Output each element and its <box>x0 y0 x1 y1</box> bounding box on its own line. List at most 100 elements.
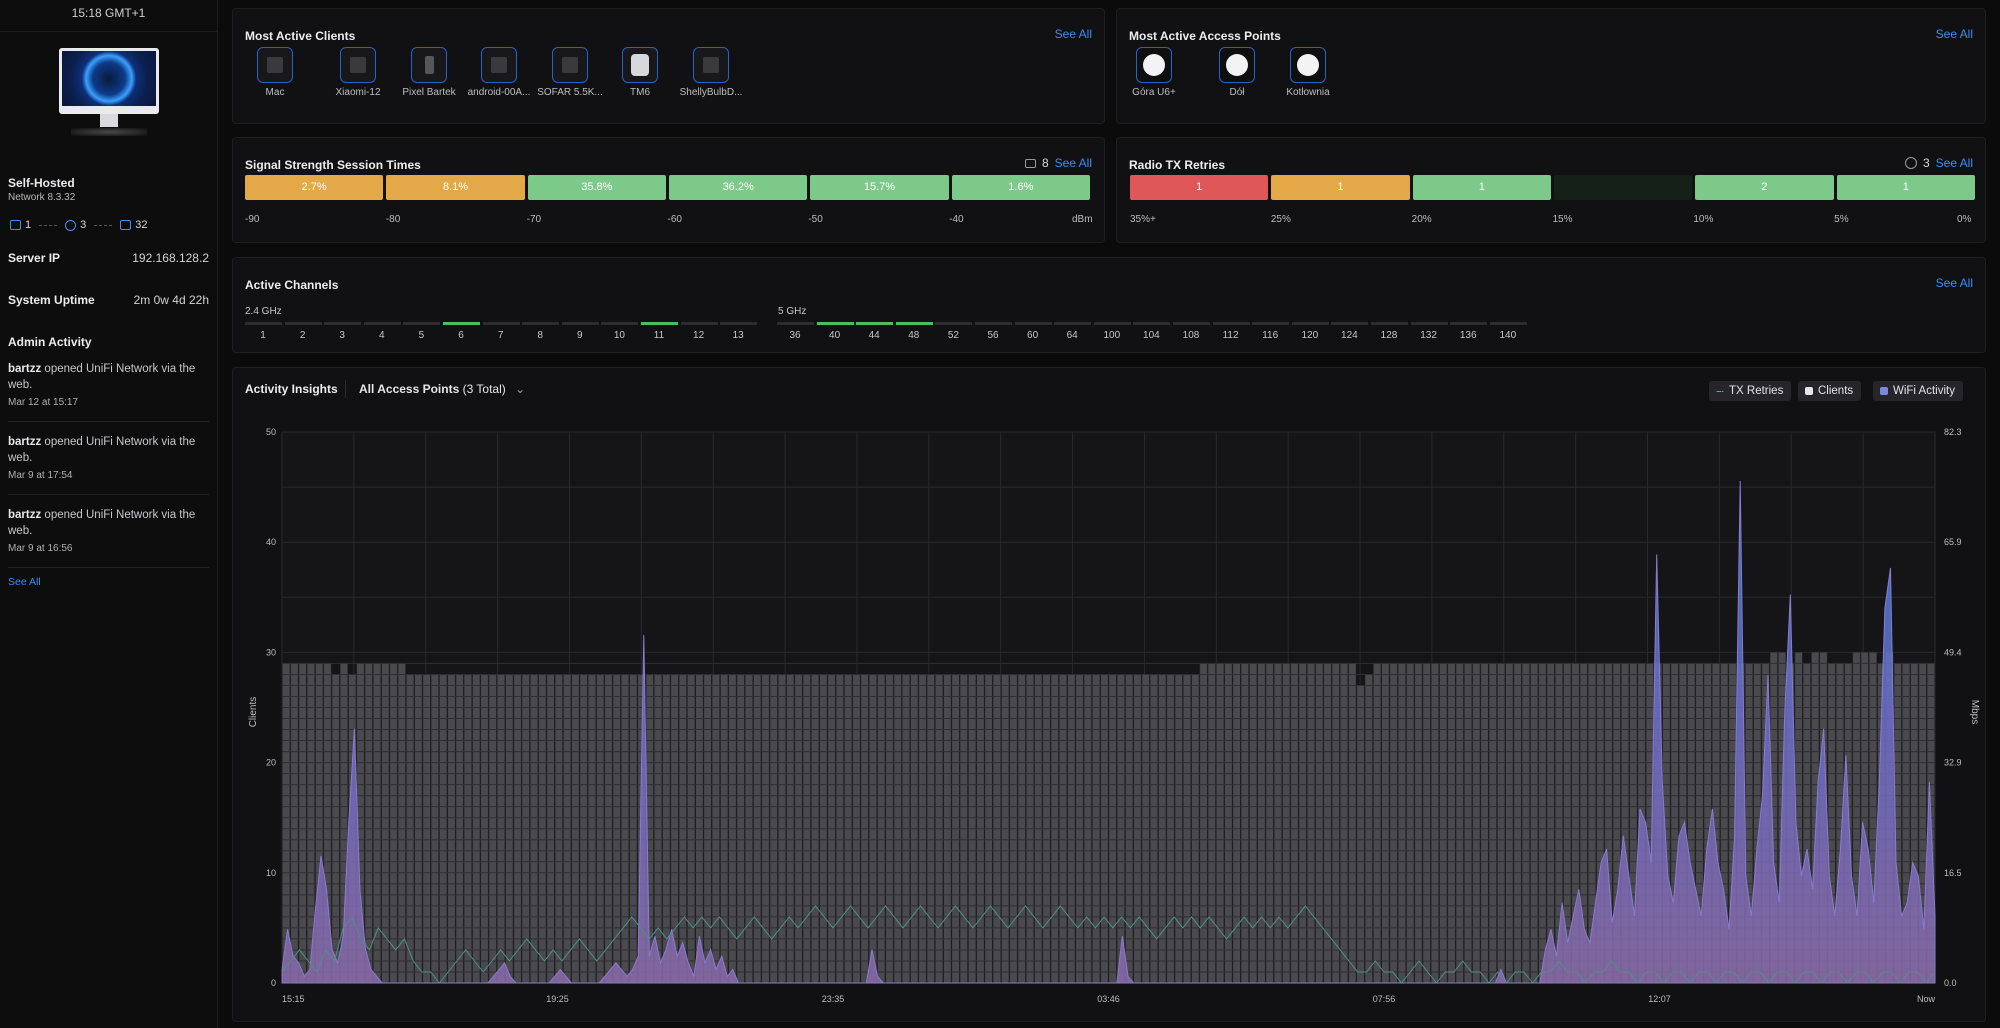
channels-see-all[interactable]: See All <box>1936 276 1973 290</box>
legend-swatch <box>1880 387 1888 395</box>
retries-see-all[interactable]: See All <box>1936 156 1973 170</box>
client-icon <box>481 47 517 83</box>
client-android[interactable]: android-00A... <box>463 45 535 98</box>
retry-segment[interactable]: 1 <box>1412 175 1551 200</box>
signal-segment[interactable]: 1.6% <box>951 175 1090 200</box>
clients-icon <box>1024 158 1036 168</box>
signal-segment[interactable]: 8.1% <box>386 175 525 200</box>
access-point-icon <box>1219 47 1255 83</box>
clients-bar <box>1282 663 1291 984</box>
channel-label-13: 13 <box>732 330 744 341</box>
signal-segment[interactable]: 36.2% <box>669 175 808 200</box>
monitor-shadow <box>70 128 147 136</box>
signal-segment[interactable]: 35.8% <box>527 175 666 200</box>
signal-segment[interactable]: 15.7% <box>810 175 949 200</box>
activity-time: Mar 9 at 16:56 <box>8 543 73 554</box>
ap-dol[interactable]: Dół <box>1201 45 1273 98</box>
retry-segment[interactable]: 2 <box>1695 175 1834 200</box>
client-sofar[interactable]: SOFAR 5.5K... <box>534 45 606 98</box>
clients-bar <box>1274 663 1282 984</box>
clients-bar <box>381 663 390 984</box>
y-right-tick: 65.9 <box>1944 537 1962 547</box>
client-name: TM6 <box>630 87 650 98</box>
client-shellybulb[interactable]: ShellyBulbD... <box>675 45 747 98</box>
x-tick: 15:15 <box>282 994 305 1004</box>
clients-bar <box>1224 663 1233 984</box>
retry-segment[interactable]: 1 <box>1130 175 1269 200</box>
clients-bar <box>389 663 398 984</box>
client-tm6[interactable]: TM6 <box>604 45 676 98</box>
channel-label-48: 48 <box>908 330 920 341</box>
signal-header-right: 8 See All <box>1024 156 1092 170</box>
aps-see-all[interactable]: See All <box>1936 27 1973 41</box>
legend-label: WiFi Activity <box>1893 385 1955 397</box>
y-left-tick: 0 <box>271 978 276 988</box>
uptime-row: System Uptime 2m 0w 4d 22h <box>8 293 209 307</box>
clients-bar <box>1488 663 1497 984</box>
clients-bar <box>1240 663 1249 984</box>
clients-bar <box>1356 685 1365 984</box>
phone-icon <box>411 47 447 83</box>
channel-bar-44 <box>856 322 894 325</box>
appliance-icon <box>622 47 658 83</box>
ap-gora[interactable]: Góra U6+ <box>1118 45 1190 98</box>
x-tick: 07:56 <box>1373 994 1396 1004</box>
clients-see-all[interactable]: See All <box>1055 27 1092 41</box>
channel-bar-120 <box>1291 322 1329 325</box>
clients-bar <box>364 663 373 984</box>
channel-label-52: 52 <box>947 330 959 341</box>
signal-see-all[interactable]: See All <box>1055 156 1092 170</box>
clients-bar <box>1331 663 1340 984</box>
legend-tx-retries[interactable]: TX Retries <box>1709 381 1792 401</box>
retry-tick: 20% <box>1411 214 1432 225</box>
channel-label-104: 104 <box>1143 330 1160 341</box>
activity-chart: 0 10 20 30 40 50 0.0 16.5 32.9 49.4 65.9 82.3 15:15 1… <box>248 427 1980 1004</box>
client-mac[interactable]: Mac <box>239 39 311 103</box>
gateway-icon <box>10 220 21 230</box>
legend-wifi-activity[interactable]: WiFi Activity <box>1873 381 1963 401</box>
clients-bar <box>1315 663 1324 984</box>
access-point-icon <box>1136 47 1172 83</box>
divider <box>345 380 346 398</box>
admin-activity-see-all[interactable]: See All <box>8 576 217 588</box>
ap-filter-dropdown[interactable]: All Access Points (3 Total) ⌄ <box>359 382 525 396</box>
signal-tick: -40 <box>949 214 964 225</box>
monitor-stand <box>99 114 118 127</box>
client-xiaomi-12[interactable]: Xiaomi-12 <box>322 45 394 98</box>
channel-label-140: 140 <box>1499 330 1517 341</box>
activity-user: bartzz <box>8 363 42 375</box>
channel-label-136: 136 <box>1459 330 1477 341</box>
legend-clients[interactable]: Clients <box>1798 381 1862 401</box>
client-count: 32 <box>135 219 148 231</box>
device-counts: 1 3 32 <box>10 219 217 231</box>
clients-bar <box>1389 663 1398 984</box>
client-pixel-bartek[interactable]: Pixel Bartek <box>393 45 465 98</box>
channel-bar-48 <box>895 322 933 325</box>
retries-count: 3 <box>1922 156 1930 170</box>
clients-bar <box>298 663 307 984</box>
clients-bar <box>373 663 381 984</box>
channel-bar-9 <box>561 322 599 325</box>
clients-bar <box>1447 663 1456 984</box>
channel-label-6: 6 <box>458 330 464 341</box>
insights-title: Activity Insights <box>245 382 338 396</box>
channel-bar-40 <box>816 322 854 325</box>
y-right-label: Mbps <box>1969 700 1980 724</box>
retry-segment[interactable] <box>1554 175 1693 200</box>
clients-bar <box>397 663 406 984</box>
signal-segment[interactable]: 2.7% <box>245 175 384 200</box>
x-tick: 12:07 <box>1648 994 1671 1004</box>
ap-kotlownia[interactable]: Kotłownia <box>1272 45 1344 98</box>
y-left-tick: 50 <box>266 427 276 437</box>
access-point-icon <box>65 219 77 231</box>
channel-bar-136 <box>1450 322 1488 325</box>
retry-segment[interactable]: 1 <box>1836 175 1975 200</box>
clients-bar <box>1398 663 1406 984</box>
clients-bar <box>1323 663 1332 984</box>
clients-bar <box>1207 663 1216 984</box>
clients-bar <box>1406 663 1415 984</box>
retry-segment[interactable]: 1 <box>1271 175 1410 200</box>
filter-label: All Access Points <box>359 382 460 396</box>
channel-label-40: 40 <box>829 330 841 341</box>
y-left-tick: 10 <box>266 868 276 878</box>
